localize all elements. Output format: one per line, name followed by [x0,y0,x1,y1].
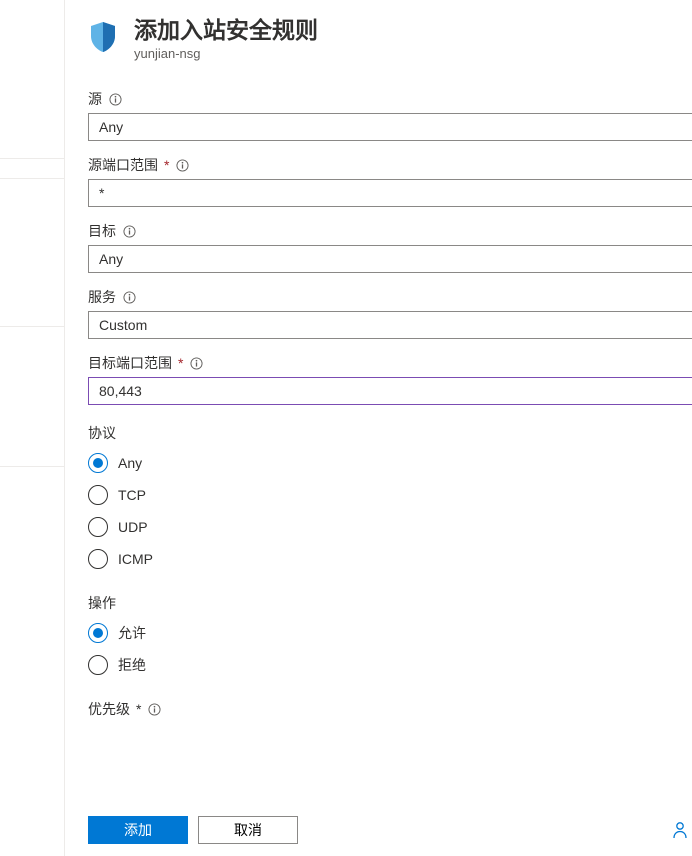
panel-footer: 添加 取消 [88,816,298,844]
action-deny[interactable]: 拒绝 [88,649,692,681]
feedback-icon-area [672,821,688,842]
action-radio-group: 允许 拒绝 [88,617,692,681]
field-dest-port-range: 目标端口范围 * [88,353,692,405]
protocol-icmp[interactable]: ICMP [88,543,692,575]
field-destination: 目标 Any [88,221,692,273]
shield-icon [88,20,118,54]
dest-port-label: 目标端口范围 [88,353,172,373]
field-source: 源 Any [88,89,692,141]
info-icon[interactable] [189,356,203,370]
radio-icon [88,485,108,505]
field-service: 服务 Custom [88,287,692,339]
source-label: 源 [88,89,102,109]
protocol-udp[interactable]: UDP [88,511,692,543]
panel-title: 添加入站安全规则 [134,16,318,44]
protocol-tcp[interactable]: TCP [88,479,692,511]
radio-icon [88,517,108,537]
person-icon[interactable] [672,826,688,842]
add-inbound-rule-panel: 添加入站安全规则 yunjian-nsg 源 Any 源端口范围 * 目标 [88,16,692,723]
panel-header: 添加入站安全规则 yunjian-nsg [88,16,692,61]
add-button[interactable]: 添加 [88,816,188,844]
info-icon[interactable] [108,92,122,106]
destination-select[interactable]: Any [88,245,692,273]
destination-label: 目标 [88,221,116,241]
source-port-label: 源端口范围 [88,155,158,175]
info-icon[interactable] [122,290,136,304]
source-port-input[interactable] [88,179,692,207]
priority-label: 优先级 [88,699,130,719]
info-icon[interactable] [175,158,189,172]
radio-icon [88,655,108,675]
source-select[interactable]: Any [88,113,692,141]
info-icon[interactable] [147,702,161,716]
action-label: 操作 [88,593,692,613]
radio-icon [88,623,108,643]
protocol-radio-group: Any TCP UDP ICMP [88,447,692,575]
required-mark: * [178,355,183,371]
required-mark: * [136,701,141,717]
cancel-button[interactable]: 取消 [198,816,298,844]
service-label: 服务 [88,287,116,307]
info-icon[interactable] [122,224,136,238]
radio-icon [88,549,108,569]
action-allow[interactable]: 允许 [88,617,692,649]
panel-subtitle: yunjian-nsg [134,46,318,61]
priority-label-row: 优先级 * [88,699,692,719]
service-select[interactable]: Custom [88,311,692,339]
radio-icon [88,453,108,473]
left-side-panel [0,0,65,856]
protocol-any[interactable]: Any [88,447,692,479]
field-source-port-range: 源端口范围 * [88,155,692,207]
required-mark: * [164,157,169,173]
protocol-label: 协议 [88,423,692,443]
dest-port-input[interactable] [88,377,692,405]
